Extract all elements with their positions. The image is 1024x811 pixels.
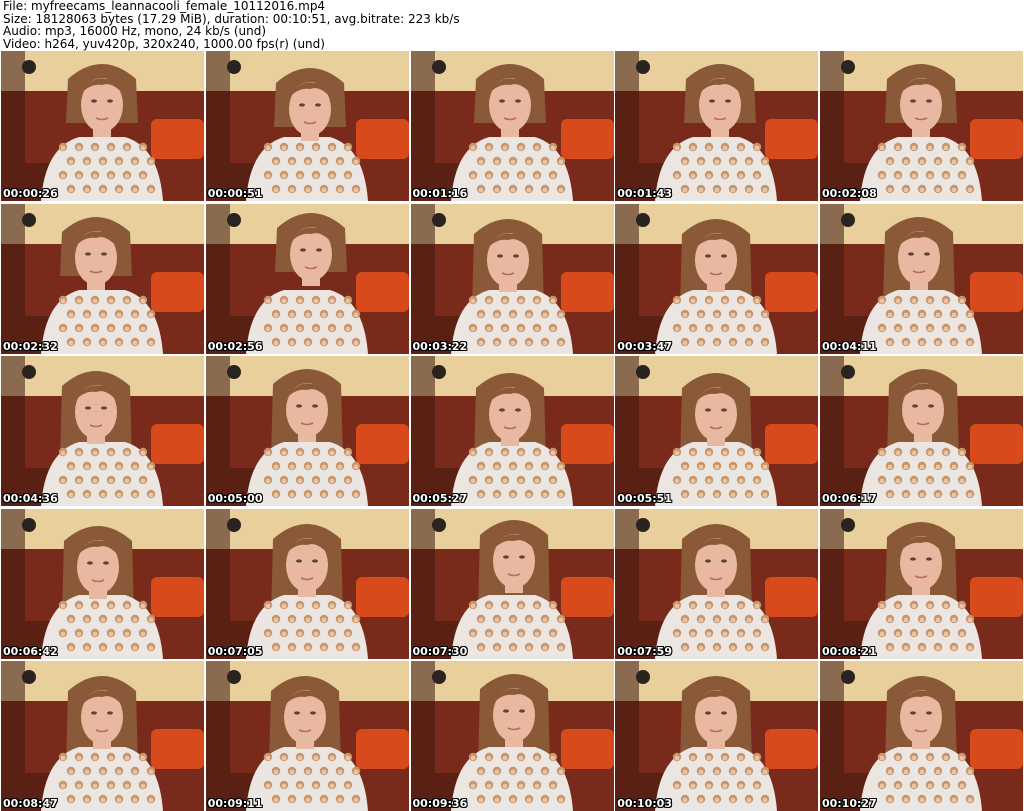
thumbnail-frame-image	[205, 51, 409, 201]
thumbnail-frame-image	[410, 356, 614, 506]
thumbnail-frame-image	[205, 356, 409, 506]
thumbnail-frame-image	[615, 51, 819, 201]
thumbnail-frame-image	[820, 661, 1023, 811]
video-thumbnail: 00:00:26	[1, 51, 204, 201]
thumbnail-frame-image	[615, 203, 819, 354]
thumbnail-timestamp: 00:02:56	[207, 339, 263, 353]
thumbnail-timestamp: 00:05:00	[207, 492, 263, 505]
video-thumbnail: 00:07:59	[615, 508, 819, 659]
video-thumbnail: 00:07:05	[205, 508, 409, 659]
video-thumbnail: 00:05:00	[205, 356, 409, 506]
thumbnail-timestamp: 00:06:42	[3, 644, 58, 658]
video-thumbnail: 00:08:21	[820, 508, 1023, 659]
thumbnail-frame-image	[1, 203, 204, 354]
thumbnail-frame-image	[820, 356, 1023, 506]
thumbnail-frame-image	[205, 508, 409, 659]
video-thumbnail: 00:04:11	[820, 203, 1023, 354]
video-thumbnail: 00:02:56	[205, 203, 409, 354]
video-thumbnail: 00:06:17	[820, 356, 1023, 506]
thumbnail-timestamp: 00:10:27	[822, 797, 877, 810]
video-thumbnail: 00:06:42	[1, 508, 204, 659]
thumbnail-timestamp: 00:05:51	[617, 492, 672, 505]
video-thumbnail: 00:08:47	[1, 661, 204, 811]
thumbnail-frame-image	[205, 661, 409, 811]
video-thumbnail: 00:04:36	[1, 356, 204, 506]
video-thumbnail: 00:01:43	[615, 51, 819, 201]
thumbnail-frame-image	[1, 356, 204, 506]
video-thumbnail: 00:05:27	[410, 356, 614, 506]
thumbnail-timestamp: 00:10:03	[617, 797, 672, 810]
audio-info-line: Audio: mp3, 16000 Hz, mono, 24 kb/s (und…	[3, 24, 267, 38]
thumbnail-timestamp: 00:08:21	[822, 644, 877, 658]
thumbnail-timestamp: 00:07:05	[207, 644, 263, 658]
thumbnail-timestamp: 00:09:11	[207, 797, 263, 810]
thumbnail-timestamp: 00:06:17	[822, 492, 877, 505]
thumbnail-frame-image	[615, 508, 819, 659]
thumbnail-timestamp: 00:05:27	[412, 492, 468, 505]
video-thumbnail: 00:10:03	[615, 661, 819, 811]
video-thumbnail: 00:05:51	[615, 356, 819, 506]
thumbnail-frame-image	[410, 661, 614, 811]
thumbnail-timestamp: 00:01:16	[412, 187, 468, 200]
thumbnail-frame-image	[1, 661, 204, 811]
video-thumbnail: 00:09:36	[410, 661, 614, 811]
thumbnail-frame-image	[820, 508, 1023, 659]
thumbnail-grid: 00:00:26 00:00:51 00:01:16 00:01:43 00:0…	[1, 51, 1023, 811]
thumbnail-timestamp: 00:08:47	[3, 797, 58, 810]
video-thumbnail: 00:03:47	[615, 203, 819, 354]
video-thumbnail: 00:01:16	[410, 51, 614, 201]
thumbnail-timestamp: 00:02:32	[3, 339, 58, 353]
thumbnail-timestamp: 00:03:22	[412, 339, 468, 353]
video-thumbnail: 00:10:27	[820, 661, 1023, 811]
thumbnail-frame-image	[820, 51, 1023, 201]
thumbnail-frame-image	[1, 508, 204, 659]
file-name-line: File: myfreecams_leannacooli_female_1011…	[3, 0, 326, 13]
thumbnail-timestamp: 00:02:08	[822, 187, 877, 200]
thumbnail-timestamp: 00:03:47	[617, 339, 672, 353]
thumbnail-timestamp: 00:07:59	[617, 644, 672, 658]
thumbnail-timestamp: 00:04:11	[822, 339, 877, 353]
thumbnail-timestamp: 00:07:30	[412, 644, 468, 658]
video-info-line: Video: h264, yuv420p, 320x240, 1000.00 f…	[3, 36, 325, 51]
thumbnail-frame-image	[1, 51, 204, 201]
thumbnail-frame-image	[205, 203, 409, 354]
thumbnail-timestamp: 00:09:36	[412, 797, 468, 810]
video-thumbnail: 00:09:11	[205, 661, 409, 811]
video-thumbnail: 00:07:30	[410, 508, 614, 659]
thumbnail-frame-image	[820, 203, 1023, 354]
thumbnail-timestamp: 00:00:51	[207, 187, 263, 200]
video-thumbnail: 00:03:22	[410, 203, 614, 354]
video-thumbnail: 00:00:51	[205, 51, 409, 201]
video-thumbnail: 00:02:08	[820, 51, 1023, 201]
thumbnail-frame-image	[615, 356, 819, 506]
thumbnail-timestamp: 00:04:36	[3, 492, 58, 505]
thumbnail-timestamp: 00:01:43	[617, 187, 672, 200]
thumbnail-timestamp: 00:00:26	[3, 187, 58, 200]
thumbnail-frame-image	[410, 508, 614, 659]
video-thumbnail: 00:02:32	[1, 203, 204, 354]
thumbnail-frame-image	[410, 203, 614, 354]
thumbnail-frame-image	[410, 51, 614, 201]
file-info-header: File: myfreecams_leannacooli_female_1011…	[3, 0, 1021, 50]
thumbnail-frame-image	[615, 661, 819, 811]
